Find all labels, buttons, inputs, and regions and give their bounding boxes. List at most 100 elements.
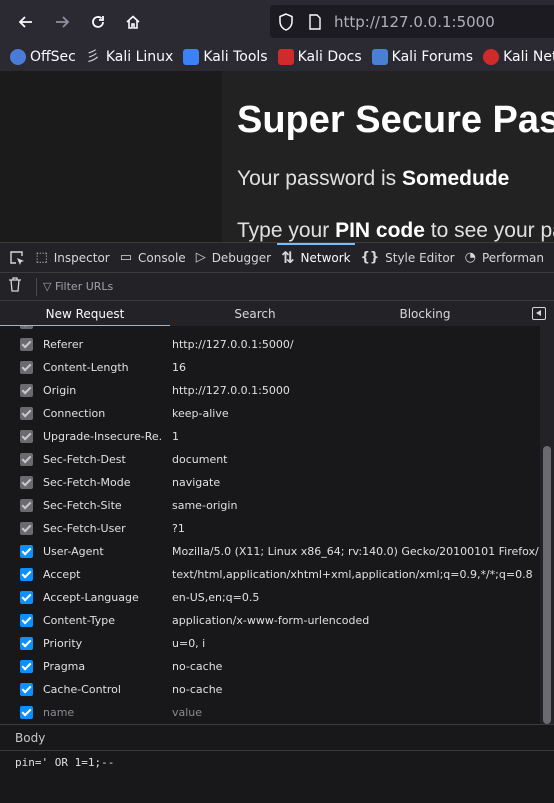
- header-checkbox[interactable]: [20, 384, 33, 397]
- header-value[interactable]: same-origin: [172, 499, 237, 512]
- header-row: Content-Type application/x-www-form-urlen…: [0, 609, 540, 632]
- tracking-shield-icon[interactable]: [278, 12, 294, 31]
- forward-button[interactable]: [48, 8, 76, 36]
- header-row: Connection keep-alive: [0, 402, 540, 425]
- header-name[interactable]: Sec-Fetch-Dest: [43, 453, 163, 466]
- new-header-name-input[interactable]: name: [43, 706, 163, 719]
- headers-scrollbar-thumb[interactable]: [543, 446, 551, 724]
- header-value[interactable]: navigate: [172, 476, 220, 489]
- home-button[interactable]: [119, 8, 147, 36]
- tab-console[interactable]: ▭ Console: [119, 243, 186, 272]
- header-value[interactable]: text/html,application/xhtml+xml,applicat…: [172, 568, 533, 581]
- header-value[interactable]: ?1: [172, 522, 185, 535]
- header-checkbox[interactable]: [20, 614, 33, 627]
- header-value[interactable]: 1: [172, 430, 179, 443]
- back-button[interactable]: [12, 8, 40, 36]
- bookmark-label: Kali Tools: [203, 49, 268, 65]
- header-checkbox[interactable]: [20, 499, 33, 512]
- header-name[interactable]: Upgrade-Insecure-Re...: [43, 430, 163, 443]
- kali-docs-icon: [277, 49, 294, 65]
- password-value: Somedude: [401, 167, 510, 190]
- header-value[interactable]: http://127.0.0.1:5000: [172, 384, 290, 397]
- tab-performance[interactable]: ◔ Performan: [465, 243, 544, 272]
- reload-button[interactable]: [84, 8, 112, 36]
- header-checkbox[interactable]: [20, 660, 33, 673]
- clear-requests-button[interactable]: [8, 277, 32, 296]
- console-icon: ▭: [119, 250, 133, 265]
- header-name[interactable]: Content-Length: [43, 361, 163, 374]
- header-name[interactable]: Cache-Control: [43, 683, 163, 696]
- header-name[interactable]: Sec-Fetch-User: [43, 522, 163, 535]
- header-checkbox[interactable]: [20, 453, 33, 466]
- header-checkbox[interactable]: [20, 683, 33, 696]
- header-checkbox[interactable]: [20, 407, 33, 420]
- header-name[interactable]: Pragma: [43, 660, 163, 673]
- header-value[interactable]: no-cache: [172, 660, 222, 673]
- header-checkbox[interactable]: [20, 591, 33, 604]
- tab-search[interactable]: Search: [170, 301, 340, 327]
- header-checkbox[interactable]: [20, 430, 33, 443]
- header-name[interactable]: Content-Type: [43, 614, 163, 627]
- header-value[interactable]: u=0, i: [172, 637, 205, 650]
- tab-debugger[interactable]: ▷ Debugger: [196, 243, 272, 272]
- collapse-panel-icon[interactable]: [532, 307, 546, 320]
- header-checkbox[interactable]: [20, 545, 33, 558]
- back-arrow-icon: [18, 16, 32, 28]
- header-value[interactable]: no-cache: [172, 683, 222, 696]
- url-text[interactable]: http://127.0.0.1:5000: [334, 13, 495, 31]
- page-title: Super Secure Pas: [237, 99, 554, 141]
- header-name[interactable]: User-Agent: [43, 545, 163, 558]
- header-value[interactable]: 16: [172, 361, 186, 374]
- header-name[interactable]: Connection: [43, 407, 163, 420]
- header-checkbox[interactable]: [20, 476, 33, 489]
- tab-blocking[interactable]: Blocking: [340, 301, 510, 327]
- url-bar[interactable]: http://127.0.0.1:5000: [270, 5, 554, 38]
- header-checkbox[interactable]: [20, 361, 33, 374]
- header-name[interactable]: Accept: [43, 568, 163, 581]
- header-value[interactable]: http://127.0.0.1:5000/: [172, 338, 294, 351]
- tab-inspector[interactable]: ⬚ Inspector: [35, 243, 109, 272]
- header-name[interactable]: Sec-Fetch-Site: [43, 499, 163, 512]
- bookmark-kali-tools[interactable]: Kali Tools: [183, 49, 268, 65]
- header-checkbox[interactable]: [20, 637, 33, 650]
- header-name[interactable]: Accept-Language: [43, 591, 163, 604]
- element-picker-button[interactable]: [4, 250, 29, 266]
- header-checkbox[interactable]: [20, 326, 33, 329]
- page-info-icon[interactable]: [308, 13, 322, 30]
- header-value[interactable]: Mozilla/5.0 (X11; Linux x86_64; rv:140.0…: [172, 545, 554, 558]
- bookmark-offsec[interactable]: OffSec: [10, 49, 76, 65]
- bookmark-kali-nethunter[interactable]: Kali NetH: [483, 49, 554, 65]
- kali-dragon-icon: ⼺: [85, 49, 100, 65]
- kali-forums-icon: [371, 49, 388, 65]
- header-name[interactable]: Sec-Fetch-Mode: [43, 476, 163, 489]
- element-picker-icon: [10, 250, 24, 265]
- filter-urls-input[interactable]: ▽ Filter URLs: [43, 280, 113, 293]
- header-name[interactable]: Referer: [43, 338, 163, 351]
- header-row: Sec-Fetch-Mode navigate: [0, 471, 540, 494]
- header-row: Cache-Control no-cache: [0, 678, 540, 701]
- header-value[interactable]: application/x-www-form-urlencoded: [172, 614, 369, 627]
- header-row: User-Agent Mozilla/5.0 (X11; Linux x86_64…: [0, 540, 554, 563]
- header-value[interactable]: document: [172, 453, 228, 466]
- pin-prefix: Type your: [237, 219, 336, 242]
- header-checkbox[interactable]: [20, 522, 33, 535]
- new-header-checkbox[interactable]: [20, 706, 33, 719]
- header-name[interactable]: Priority: [43, 637, 163, 650]
- bookmark-kali-linux[interactable]: ⼺ Kali Linux: [86, 49, 173, 65]
- tab-style-editor[interactable]: {} Style Editor: [360, 243, 455, 272]
- header-checkbox[interactable]: [20, 568, 33, 581]
- style-editor-icon: {}: [360, 250, 380, 265]
- request-body-input[interactable]: pin=' OR 1=1;--: [0, 750, 554, 803]
- tab-label: Debugger: [211, 250, 272, 265]
- bookmark-kali-forums[interactable]: Kali Forums: [371, 49, 473, 65]
- tab-new-request[interactable]: New Request: [0, 301, 170, 327]
- tab-network[interactable]: ⇅ Network: [277, 243, 355, 272]
- header-name[interactable]: Origin: [43, 384, 163, 397]
- header-value[interactable]: en-US,en;q=0.5: [172, 591, 259, 604]
- bookmark-kali-docs[interactable]: Kali Docs: [277, 49, 362, 65]
- header-value[interactable]: keep-alive: [172, 407, 229, 420]
- pin-instruction: Type your PIN code to see your pas: [237, 219, 554, 242]
- new-header-value-input[interactable]: value: [172, 706, 202, 719]
- trash-icon: [9, 277, 21, 292]
- header-checkbox[interactable]: [20, 338, 33, 351]
